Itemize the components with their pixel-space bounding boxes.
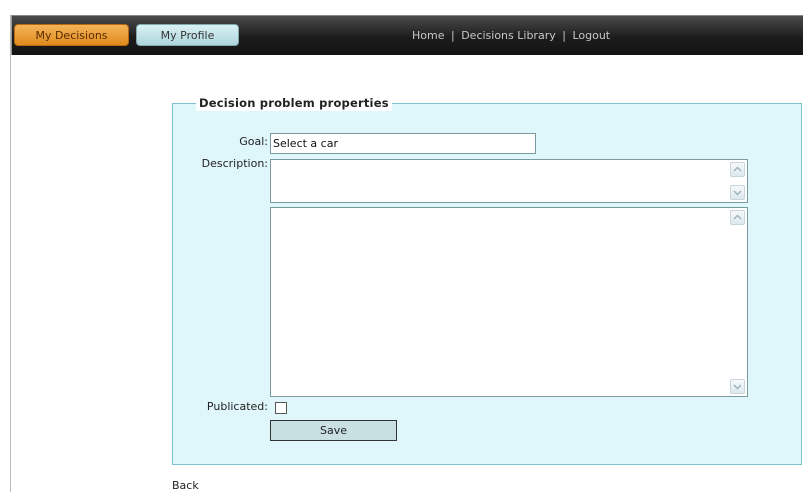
details-textarea[interactable]: [270, 207, 748, 397]
nav-logout-link[interactable]: Logout: [572, 29, 610, 42]
description-textarea[interactable]: [270, 159, 748, 203]
save-button[interactable]: Save: [270, 420, 397, 441]
tab-my-profile[interactable]: My Profile: [136, 24, 239, 46]
nav-separator: |: [562, 29, 566, 42]
fieldset-legend: Decision problem properties: [196, 96, 392, 111]
published-checkbox[interactable]: [275, 402, 287, 414]
published-label: Publicated:: [206, 400, 268, 413]
page-left-border: [10, 15, 11, 492]
nav-decisions-library-link[interactable]: Decisions Library: [461, 29, 556, 42]
nav-home-link[interactable]: Home: [412, 29, 444, 42]
scroll-down-arrow-icon[interactable]: [730, 379, 745, 394]
top-navigation-bar: My Decisions My Profile Home | Decisions…: [11, 15, 803, 55]
scroll-down-arrow-icon[interactable]: [730, 185, 745, 200]
goal-input[interactable]: Select a car: [270, 133, 536, 154]
description-label: Description:: [201, 157, 268, 170]
goal-label: Goal:: [239, 135, 268, 148]
scroll-up-arrow-icon[interactable]: [730, 210, 745, 225]
decision-properties-fieldset: Decision problem properties Goal: Select…: [172, 96, 802, 465]
nav-separator: |: [450, 29, 455, 42]
tab-my-decisions[interactable]: My Decisions: [14, 24, 129, 46]
top-nav-links: Home | Decisions Library | Logout: [412, 26, 610, 46]
back-link[interactable]: Back: [172, 479, 199, 492]
scroll-up-arrow-icon[interactable]: [730, 162, 745, 177]
